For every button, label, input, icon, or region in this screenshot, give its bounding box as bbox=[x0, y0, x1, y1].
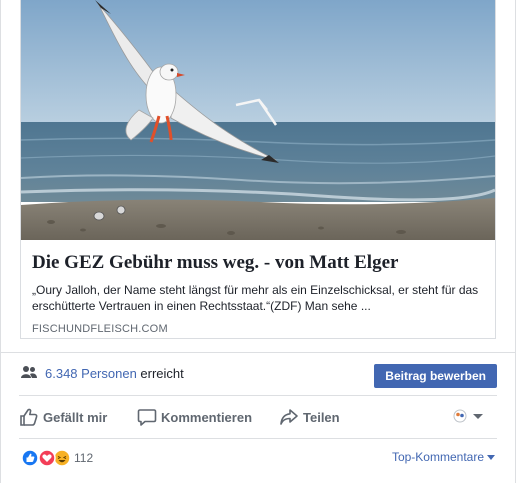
comment-sort-dropdown[interactable]: Top-Kommentare bbox=[392, 450, 495, 464]
chevron-down-icon bbox=[487, 454, 495, 460]
share-label: Teilen bbox=[303, 410, 340, 425]
link-preview-title[interactable]: Die GEZ Gebühr muss weg. - von Matt Elge… bbox=[32, 251, 484, 275]
like-label: Gefällt mir bbox=[43, 410, 108, 425]
comment-label: Kommentieren bbox=[161, 410, 253, 425]
comment-icon bbox=[137, 409, 157, 426]
reach-row: 6.348 Personen erreicht Beitrag bewerben bbox=[1, 352, 515, 395]
reactions-count[interactable]: 112 bbox=[74, 451, 93, 465]
page-avatar-icon bbox=[453, 409, 467, 423]
thumbs-up-icon bbox=[20, 408, 38, 426]
link-preview-domain: FISCHUNDFLEISCH.COM bbox=[32, 323, 168, 335]
comment-sort-label: Top-Kommentare bbox=[391, 450, 484, 464]
chevron-down-icon bbox=[473, 414, 483, 419]
reaction-icons[interactable] bbox=[21, 449, 73, 467]
link-preview-text[interactable]: Die GEZ Gebühr muss weg. - von Matt Elge… bbox=[32, 240, 484, 335]
reach-label: erreicht bbox=[140, 366, 184, 381]
audience-selector[interactable] bbox=[453, 409, 487, 428]
like-icon bbox=[21, 449, 39, 467]
love-icon bbox=[38, 449, 56, 467]
reach-count-link[interactable]: 6.348 Personen bbox=[45, 366, 137, 381]
action-bar: Gefällt mir Kommentieren Teilen bbox=[19, 395, 497, 439]
boost-post-button[interactable]: Beitrag bewerben bbox=[374, 364, 497, 388]
haha-icon bbox=[53, 449, 71, 467]
link-preview-image[interactable] bbox=[21, 0, 495, 240]
post-card: Die GEZ Gebühr muss weg. - von Matt Elge… bbox=[0, 0, 516, 483]
reactions-row: 112 Top-Kommentare bbox=[19, 437, 497, 477]
share-arrow-icon bbox=[280, 409, 298, 425]
link-preview[interactable]: Die GEZ Gebühr muss weg. - von Matt Elge… bbox=[20, 0, 496, 339]
reach-text: 6.348 Personen erreicht bbox=[45, 366, 184, 381]
people-icon bbox=[21, 366, 37, 378]
link-preview-description: „Oury Jalloh, der Name steht längst für … bbox=[32, 283, 479, 313]
